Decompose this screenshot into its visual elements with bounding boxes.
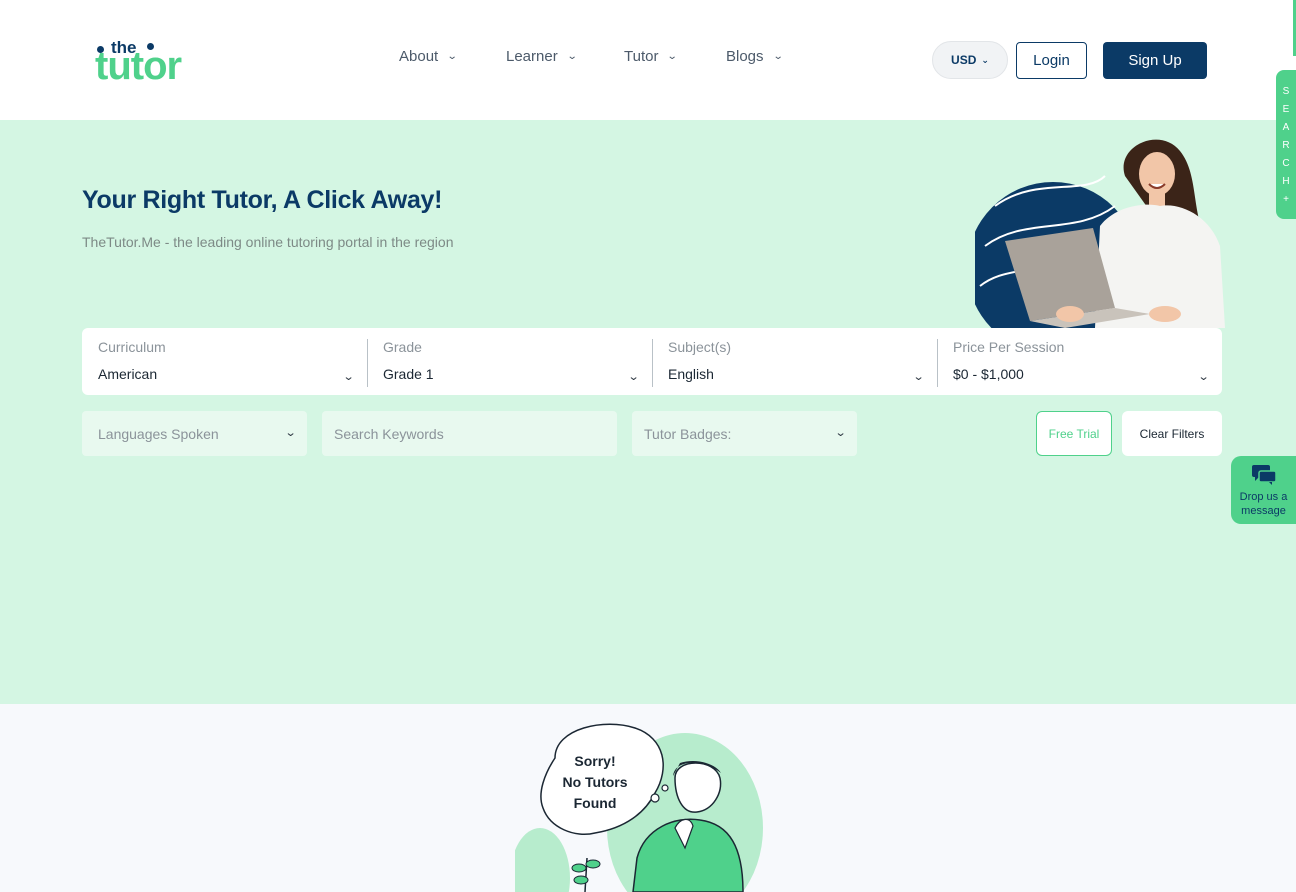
chevron-down-icon: ⌄ bbox=[342, 371, 355, 383]
keywords-input[interactable]: Search Keywords bbox=[322, 411, 617, 456]
search-tab-letter: E bbox=[1282, 104, 1290, 115]
price-label: Price Per Session bbox=[953, 339, 1065, 355]
price-select[interactable]: Price Per Session $0 - $1,000 ⌄ bbox=[937, 328, 1222, 395]
site-header: the tutor About ⌄ Learner ⌄ Tutor ⌄ Blog… bbox=[0, 0, 1296, 120]
message-line-2: message bbox=[1241, 505, 1286, 517]
nav-label: Learner bbox=[506, 48, 558, 65]
main-nav: About ⌄ Learner ⌄ Tutor ⌄ Blogs ⌄ bbox=[399, 48, 784, 65]
grade-select[interactable]: Grade Grade 1 ⌄ bbox=[367, 328, 652, 395]
hero-subtitle: TheTutor.Me - the leading online tutorin… bbox=[82, 234, 454, 250]
sorry-line-2: No Tutors bbox=[562, 774, 628, 790]
message-widget-text: Drop us a message bbox=[1240, 490, 1288, 518]
no-tutors-message: Sorry! No Tutors Found bbox=[552, 751, 638, 814]
search-tab-letter: C bbox=[1282, 158, 1290, 169]
site-logo[interactable]: the tutor bbox=[95, 38, 205, 88]
chevron-down-icon: ⌄ bbox=[981, 54, 989, 65]
subject-label: Subject(s) bbox=[668, 339, 732, 355]
languages-placeholder: Languages Spoken bbox=[98, 425, 219, 442]
search-tab-letter: A bbox=[1282, 122, 1290, 133]
keywords-placeholder: Search Keywords bbox=[334, 425, 444, 442]
chevron-down-icon: ⌄ bbox=[912, 371, 925, 383]
search-tab-letter: S bbox=[1282, 86, 1290, 97]
nav-item-learner[interactable]: Learner ⌄ bbox=[506, 48, 624, 65]
chevron-down-icon: ⌄ bbox=[667, 51, 679, 62]
message-line-1: Drop us a bbox=[1239, 491, 1288, 503]
logo-tutor: tutor bbox=[95, 44, 182, 88]
chat-bubbles-icon bbox=[1251, 465, 1277, 485]
nav-item-blogs[interactable]: Blogs ⌄ bbox=[726, 48, 784, 65]
chevron-down-icon: ⌄ bbox=[566, 51, 578, 62]
sorry-line-1: Sorry! bbox=[574, 753, 616, 769]
search-tab-letter: R bbox=[1282, 140, 1290, 151]
chevron-down-icon: ⌄ bbox=[772, 51, 784, 62]
nav-item-tutor[interactable]: Tutor ⌄ bbox=[624, 48, 726, 65]
login-button[interactable]: Login bbox=[1016, 42, 1087, 79]
curriculum-value: American bbox=[98, 366, 158, 382]
sorry-line-3: Found bbox=[573, 795, 617, 811]
search-tab-letter: + bbox=[1283, 194, 1289, 205]
chevron-down-icon: ⌄ bbox=[446, 51, 458, 62]
subject-value: English bbox=[668, 366, 714, 382]
free-trial-toggle[interactable]: Free Trial bbox=[1036, 411, 1112, 456]
price-value: $0 - $1,000 bbox=[953, 366, 1024, 382]
message-widget[interactable]: Drop us a message bbox=[1231, 456, 1296, 524]
chevron-down-icon: ⌄ bbox=[1197, 371, 1210, 383]
subject-select[interactable]: Subject(s) English ⌄ bbox=[652, 328, 937, 395]
search-tab-letter: H bbox=[1282, 176, 1290, 187]
nav-label: About bbox=[399, 48, 439, 65]
badges-placeholder: Tutor Badges: bbox=[644, 425, 732, 442]
chevron-down-icon: ⌄ bbox=[627, 371, 640, 383]
grade-label: Grade bbox=[383, 339, 422, 355]
nav-label: Tutor bbox=[624, 48, 659, 65]
woman-with-laptop-image bbox=[975, 139, 1225, 328]
chevron-down-icon: ⌄ bbox=[834, 427, 847, 439]
clear-filters-button[interactable]: Clear Filters bbox=[1122, 411, 1222, 456]
hero-illustration bbox=[975, 136, 1225, 328]
hero-title: Your Right Tutor, A Click Away! bbox=[82, 186, 443, 214]
tutor-badges-select[interactable]: Tutor Badges: ⌄ bbox=[632, 411, 857, 456]
chevron-down-icon: ⌄ bbox=[284, 427, 297, 439]
side-search-tab[interactable]: S E A R C H + bbox=[1276, 70, 1296, 219]
curriculum-select[interactable]: Curriculum American ⌄ bbox=[82, 328, 367, 395]
curriculum-label: Curriculum bbox=[98, 339, 166, 355]
nav-label: Blogs bbox=[726, 48, 764, 65]
nav-item-about[interactable]: About ⌄ bbox=[399, 48, 506, 65]
currency-selector[interactable]: USD ⌄ bbox=[932, 41, 1008, 79]
currency-label: USD bbox=[951, 53, 977, 67]
languages-select[interactable]: Languages Spoken ⌄ bbox=[82, 411, 307, 456]
grade-value: Grade 1 bbox=[383, 366, 434, 382]
signup-button[interactable]: Sign Up bbox=[1103, 42, 1207, 79]
search-filter-bar: Curriculum American ⌄ Grade Grade 1 ⌄ Su… bbox=[82, 328, 1222, 395]
